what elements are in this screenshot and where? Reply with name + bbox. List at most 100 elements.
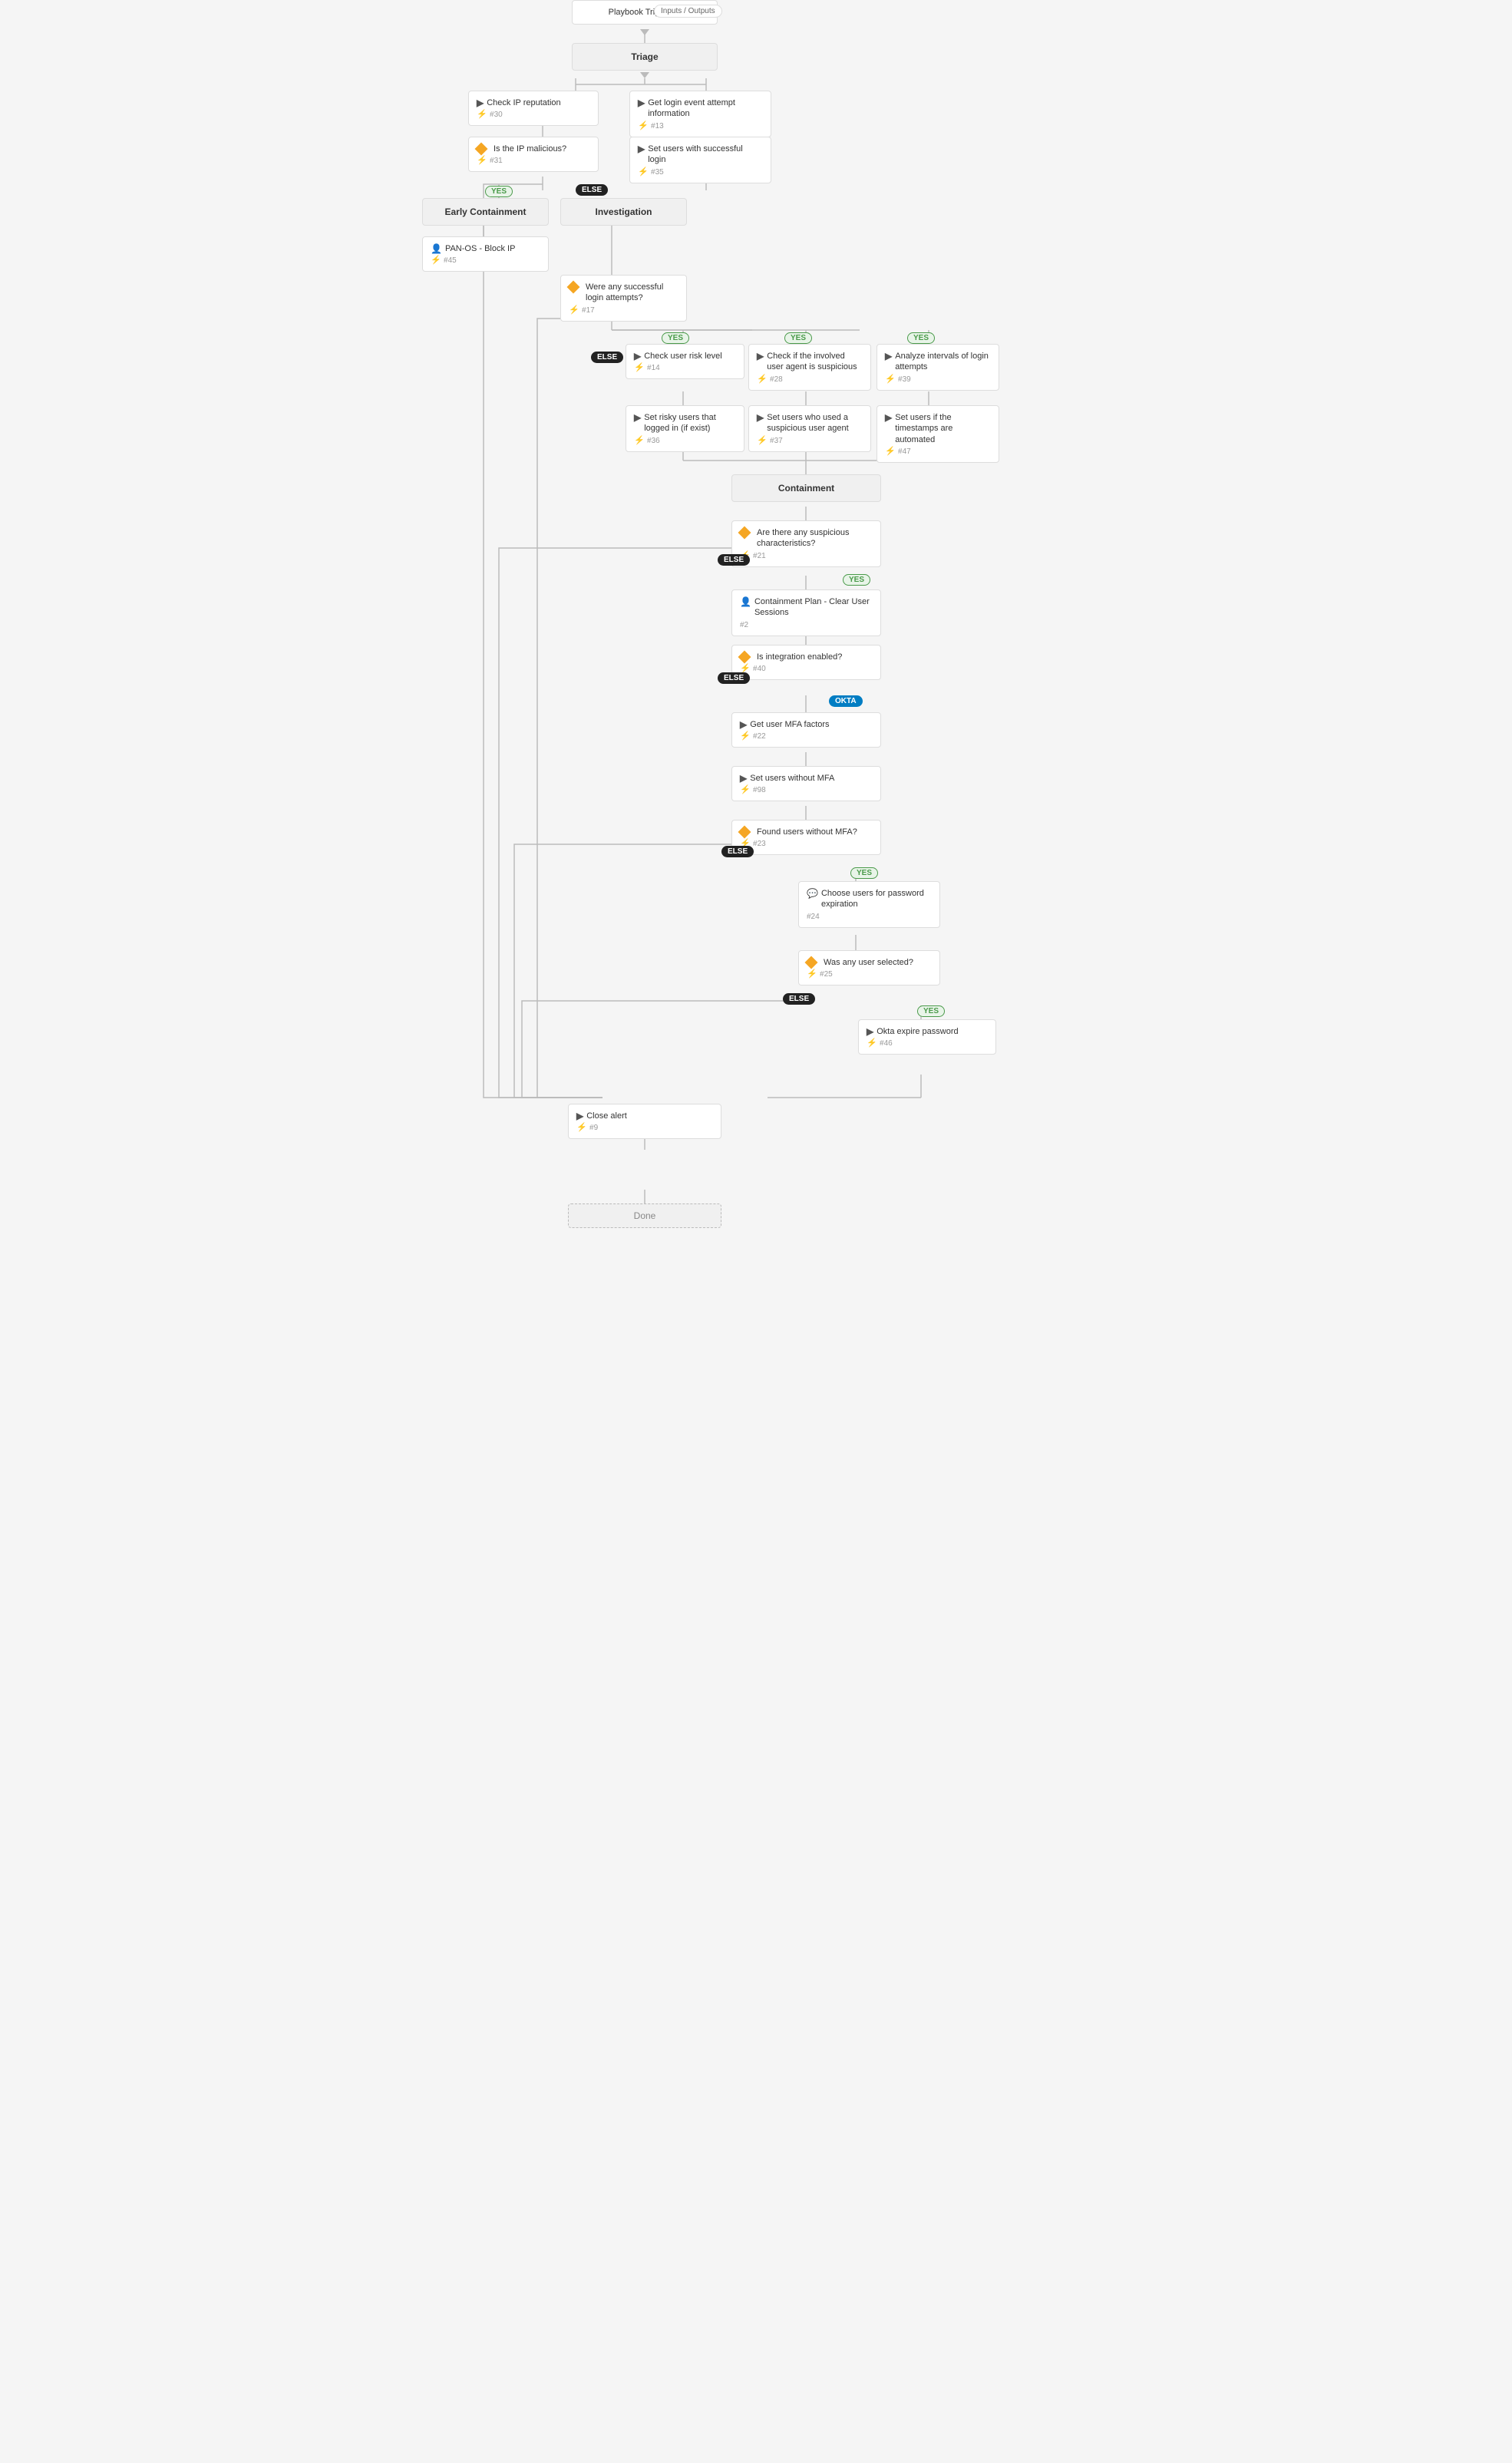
check-user-agent-node: ▶ Check if the involved user agent is su… <box>748 344 871 391</box>
check-ip-id: #30 <box>490 111 503 119</box>
investigation-label: Investigation <box>595 206 652 217</box>
triage-label: Triage <box>631 51 658 62</box>
arrow-icon-2: ▶ <box>638 97 645 108</box>
investigation-node: Investigation <box>560 198 687 226</box>
arrow-icon-11: ▶ <box>740 773 747 784</box>
panos-id: #45 <box>444 256 457 265</box>
are-there-id: #21 <box>753 552 766 560</box>
is-integration-node: Is integration enabled? ⚡ #40 <box>731 645 881 680</box>
lightning-11: ⚡ <box>757 436 768 445</box>
set-risky-id: #36 <box>647 437 660 445</box>
inputs-outputs-badge[interactable]: Inputs / Outputs <box>654 5 722 18</box>
found-mfa-id: #23 <box>753 840 766 848</box>
get-login-node: ▶ Get login event attempt information ⚡ … <box>629 91 771 137</box>
check-ip-node: ▶ Check IP reputation ⚡ #30 <box>468 91 599 126</box>
diamond-icon-6 <box>805 956 818 969</box>
diamond-icon-2 <box>567 281 580 294</box>
arrow-icon-13: ▶ <box>576 1111 583 1121</box>
close-alert-id: #9 <box>589 1124 598 1132</box>
lightning-2: ⚡ <box>638 121 649 130</box>
panos-block-node: 👤 PAN-OS - Block IP ⚡ #45 <box>422 236 549 272</box>
okta-badge: OKTA <box>829 695 863 707</box>
was-selected-id: #25 <box>820 970 833 979</box>
get-mfa-id: #22 <box>753 732 766 741</box>
arrow-icon-8: ▶ <box>757 412 764 423</box>
analyze-intervals-node: ▶ Analyze intervals of login attempts ⚡ … <box>876 344 999 391</box>
are-there-suspicious-node: Are there any suspicious characteristics… <box>731 520 881 567</box>
yes-badge-1: YES <box>485 186 513 197</box>
lightning-12: ⚡ <box>885 447 896 456</box>
arrow-icon-1: ▶ <box>477 97 484 108</box>
check-user-risk-node: ▶ Check user risk level ⚡ #14 <box>626 344 744 379</box>
arrow-icon-9: ▶ <box>885 412 892 423</box>
lightning-18: ⚡ <box>807 969 817 979</box>
was-selected-label: Was any user selected? <box>824 957 913 968</box>
check-agent-id: #28 <box>770 375 783 384</box>
set-agent-id: #37 <box>770 437 783 445</box>
containment-plan-label: Containment Plan - Clear User Sessions <box>754 596 873 619</box>
choose-users-node: 💬 Choose users for password expiration #… <box>798 881 940 928</box>
lightning-16: ⚡ <box>740 785 751 794</box>
early-containment-label: Early Containment <box>444 206 526 217</box>
connector-tri-1 <box>640 29 649 35</box>
okta-expire-id: #46 <box>880 1039 893 1048</box>
early-containment-node: Early Containment <box>422 198 549 226</box>
containment-node: Containment <box>731 474 881 502</box>
found-users-mfa-node: Found users without MFA? ⚡ #23 <box>731 820 881 855</box>
set-users-mfa-node: ▶ Set users without MFA ⚡ #98 <box>731 766 881 801</box>
person-icon-2: 👤 <box>740 596 751 607</box>
analyze-label: Analyze intervals of login attempts <box>895 351 991 373</box>
lightning-7: ⚡ <box>634 363 645 372</box>
were-any-label: Were any successful login attempts? <box>586 282 678 304</box>
triage-node: Triage <box>572 43 718 71</box>
diamond-icon-1 <box>475 143 488 156</box>
arrow-icon-6: ▶ <box>885 351 892 362</box>
arrow-icon-7: ▶ <box>634 412 641 423</box>
lightning-1: ⚡ <box>477 110 487 119</box>
lightning-8: ⚡ <box>757 375 768 384</box>
containment-plan-id: #2 <box>740 621 748 629</box>
is-integration-label: Is integration enabled? <box>757 652 842 662</box>
set-timestamps-node: ▶ Set users if the timestamps are automa… <box>876 405 999 463</box>
set-timestamps-label: Set users if the timestamps are automate… <box>895 412 991 445</box>
set-users-successful-node: ▶ Set users with successful login ⚡ #35 <box>629 137 771 183</box>
else-badge-4: ELSE <box>718 672 750 684</box>
set-risky-label: Set risky users that logged in (if exist… <box>644 412 736 434</box>
else-badge-3: ELSE <box>718 554 750 566</box>
containment-label: Containment <box>778 483 834 494</box>
set-mfa-label: Set users without MFA <box>750 773 834 784</box>
is-integration-id: #40 <box>753 665 766 673</box>
get-mfa-label: Get user MFA factors <box>750 719 829 730</box>
get-mfa-node: ▶ Get user MFA factors ⚡ #22 <box>731 712 881 748</box>
check-ip-label: Check IP reputation <box>487 97 560 108</box>
set-users-label: Set users with successful login <box>648 144 763 166</box>
yes-badge-4: YES <box>907 332 935 344</box>
close-alert-label: Close alert <box>586 1111 627 1121</box>
found-mfa-label: Found users without MFA? <box>757 827 857 837</box>
analyze-id: #39 <box>898 375 911 384</box>
arrow-icon-4: ▶ <box>634 351 641 362</box>
close-alert-node: ▶ Close alert ⚡ #9 <box>568 1104 721 1139</box>
diamond-icon-5 <box>738 826 751 839</box>
yes-badge-5: YES <box>843 574 870 586</box>
is-ip-id: #31 <box>490 157 503 165</box>
get-login-label: Get login event attempt information <box>648 97 763 120</box>
lightning-15: ⚡ <box>740 731 751 741</box>
containment-plan-node: 👤 Containment Plan - Clear User Sessions… <box>731 589 881 636</box>
are-there-label: Are there any suspicious characteristics… <box>757 527 873 550</box>
yes-badge-7: YES <box>917 1005 945 1017</box>
check-agent-label: Check if the involved user agent is susp… <box>767 351 863 373</box>
yes-badge-3: YES <box>784 332 812 344</box>
was-user-selected-node: Was any user selected? ⚡ #25 <box>798 950 940 986</box>
okta-expire-node: ▶ Okta expire password ⚡ #46 <box>858 1019 996 1055</box>
set-agent-label: Set users who used a suspicious user age… <box>767 412 863 434</box>
set-mfa-id: #98 <box>753 786 766 794</box>
lightning-10: ⚡ <box>634 436 645 445</box>
yes-badge-2: YES <box>662 332 689 344</box>
else-badge-1: ELSE <box>576 184 608 196</box>
done-label: Done <box>634 1210 656 1221</box>
chat-icon-1: 💬 <box>807 888 818 899</box>
set-timestamps-id: #47 <box>898 447 911 456</box>
check-risk-label: Check user risk level <box>644 351 721 362</box>
flowchart-canvas: Playbook Triggered Inputs / Outputs Tria… <box>422 0 1090 2456</box>
